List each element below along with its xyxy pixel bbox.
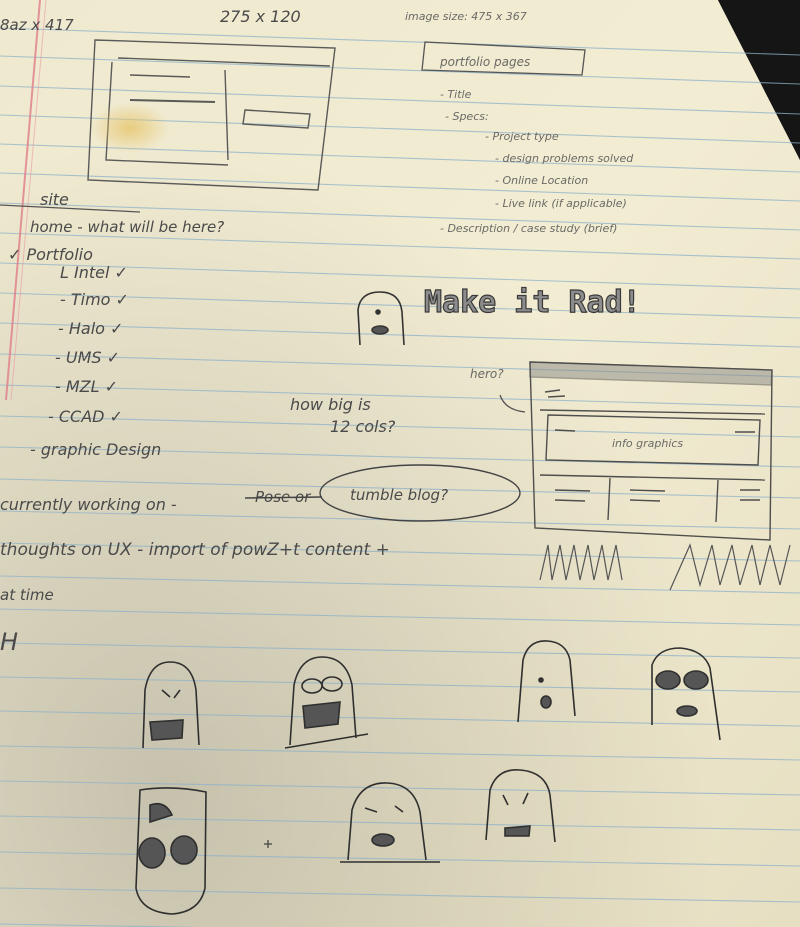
sublist-item: - Timo ✓: [60, 290, 129, 309]
circled-option: tumble blog?: [350, 486, 448, 504]
sublist-item: - Halo ✓: [58, 319, 123, 338]
spec-item: - Title: [440, 88, 472, 101]
currently-working-on: currently working on -: [0, 495, 177, 514]
sublist-item: - graphic Design: [30, 440, 161, 459]
spec-item: - design problems solved: [495, 152, 634, 165]
margin-letter: H: [0, 628, 18, 656]
hero-label: hero?: [470, 367, 504, 381]
spec-item: - Project type: [485, 130, 559, 143]
sublist-item: - MZL ✓: [55, 377, 118, 396]
make-it-rad-heading: Make it Rad!: [424, 285, 641, 320]
how-big-line-2: 12 cols?: [330, 417, 396, 436]
thoughts-line: thoughts on UX - import of powZ+t conten…: [0, 540, 390, 560]
portfolio-check: ✓ Portfolio: [8, 245, 93, 264]
spec-item: - Online Location: [495, 174, 588, 187]
time-line: at time: [0, 586, 54, 604]
home-line: home - what will be here?: [30, 218, 224, 236]
top-left-scrawl: 8az x 417: [0, 16, 74, 34]
top-dimensions: 275 x 120: [220, 7, 301, 26]
sublist-item: - UMS ✓: [55, 348, 120, 367]
hero-inner-label: info graphics: [612, 437, 683, 450]
how-big-line-1: how big is: [290, 395, 371, 414]
spec-item: - Description / case study (brief): [440, 222, 617, 235]
spec-item: - Specs:: [445, 110, 489, 123]
sublist-item: L Intel ✓: [60, 263, 128, 282]
portfolio-heading: portfolio pages: [439, 55, 530, 69]
sublist-item: - CCAD ✓: [48, 407, 123, 426]
photo-of-sketch-notebook: 8az x 417 275 x 120 image size: 475 x 36…: [0, 0, 800, 927]
site-heading: site: [40, 190, 69, 209]
spec-item: - Live link (if applicable): [495, 197, 627, 210]
top-image-size: image size: 475 x 367: [405, 10, 527, 23]
coffee-stain: [90, 103, 170, 153]
